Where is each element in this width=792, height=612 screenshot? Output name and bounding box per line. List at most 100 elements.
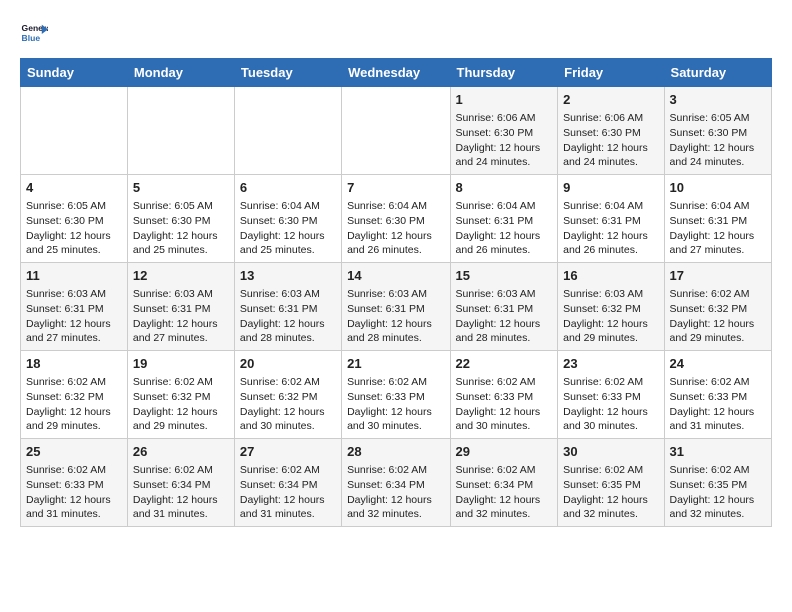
day-info: Sunrise: 6:05 AM <box>26 199 122 214</box>
day-info: and 24 minutes. <box>456 155 553 170</box>
day-info: Sunrise: 6:05 AM <box>670 111 766 126</box>
day-info: Sunset: 6:30 PM <box>456 126 553 141</box>
calendar-cell: 15Sunrise: 6:03 AMSunset: 6:31 PMDayligh… <box>450 263 558 351</box>
day-info: Sunset: 6:31 PM <box>26 302 122 317</box>
day-info: and 26 minutes. <box>347 243 444 258</box>
day-info: Daylight: 12 hours <box>563 317 658 332</box>
day-info: Daylight: 12 hours <box>456 317 553 332</box>
day-info: and 28 minutes. <box>240 331 336 346</box>
day-number: 15 <box>456 267 553 285</box>
day-info: Sunrise: 6:02 AM <box>240 463 336 478</box>
day-info: and 30 minutes. <box>456 419 553 434</box>
day-info: Sunset: 6:30 PM <box>670 126 766 141</box>
day-number: 13 <box>240 267 336 285</box>
day-info: Sunset: 6:31 PM <box>133 302 229 317</box>
calendar-cell: 18Sunrise: 6:02 AMSunset: 6:32 PMDayligh… <box>21 351 128 439</box>
day-info: Sunset: 6:34 PM <box>456 478 553 493</box>
day-info: and 27 minutes. <box>26 331 122 346</box>
day-info: and 29 minutes. <box>26 419 122 434</box>
day-info: Sunset: 6:32 PM <box>670 302 766 317</box>
day-info: Sunset: 6:31 PM <box>240 302 336 317</box>
day-info: Sunrise: 6:02 AM <box>133 375 229 390</box>
weekday-header-wednesday: Wednesday <box>342 59 450 87</box>
day-info: Sunrise: 6:04 AM <box>240 199 336 214</box>
weekday-header-thursday: Thursday <box>450 59 558 87</box>
day-info: Sunset: 6:30 PM <box>347 214 444 229</box>
day-info: Sunrise: 6:04 AM <box>347 199 444 214</box>
day-info: Sunset: 6:34 PM <box>133 478 229 493</box>
calendar-cell: 8Sunrise: 6:04 AMSunset: 6:31 PMDaylight… <box>450 175 558 263</box>
day-info: Daylight: 12 hours <box>240 229 336 244</box>
calendar-cell <box>234 87 341 175</box>
day-info: and 24 minutes. <box>670 155 766 170</box>
calendar-cell: 1 Sunrise: 6:06 AMSunset: 6:30 PMDaylight… <box>450 87 558 175</box>
day-info: Sunrise: 6:04 AM <box>670 199 766 214</box>
day-number: 21 <box>347 355 444 373</box>
day-info: Daylight: 12 hours <box>347 405 444 420</box>
day-number: 16 <box>563 267 658 285</box>
day-info: Daylight: 12 hours <box>133 493 229 508</box>
day-info: Daylight: 12 hours <box>26 405 122 420</box>
day-info: Sunset: 6:31 PM <box>670 214 766 229</box>
day-info: and 29 minutes. <box>133 419 229 434</box>
calendar-cell: 4Sunrise: 6:05 AMSunset: 6:30 PMDaylight… <box>21 175 128 263</box>
calendar-cell: 25Sunrise: 6:02 AMSunset: 6:33 PMDayligh… <box>21 439 128 527</box>
calendar-cell: 20Sunrise: 6:02 AMSunset: 6:32 PMDayligh… <box>234 351 341 439</box>
svg-text:Blue: Blue <box>22 33 41 43</box>
calendar-cell: 29Sunrise: 6:02 AMSunset: 6:34 PMDayligh… <box>450 439 558 527</box>
calendar-cell: 11Sunrise: 6:03 AMSunset: 6:31 PMDayligh… <box>21 263 128 351</box>
day-info: Sunset: 6:33 PM <box>670 390 766 405</box>
day-info: and 25 minutes. <box>26 243 122 258</box>
day-info: Daylight: 12 hours <box>670 317 766 332</box>
day-number: 1 <box>456 91 553 109</box>
calendar-cell <box>342 87 450 175</box>
weekday-header-monday: Monday <box>127 59 234 87</box>
day-info: and 31 minutes. <box>670 419 766 434</box>
day-number: 23 <box>563 355 658 373</box>
day-info: Daylight: 12 hours <box>133 229 229 244</box>
day-info: and 31 minutes. <box>26 507 122 522</box>
day-info: Sunrise: 6:02 AM <box>456 375 553 390</box>
calendar-cell: 6Sunrise: 6:04 AMSunset: 6:30 PMDaylight… <box>234 175 341 263</box>
weekday-header-tuesday: Tuesday <box>234 59 341 87</box>
day-info: Sunrise: 6:02 AM <box>670 375 766 390</box>
weekday-header-sunday: Sunday <box>21 59 128 87</box>
day-info: Daylight: 12 hours <box>670 405 766 420</box>
day-info: and 24 minutes. <box>563 155 658 170</box>
day-info: Daylight: 12 hours <box>240 317 336 332</box>
day-info: and 32 minutes. <box>670 507 766 522</box>
day-info: Daylight: 12 hours <box>240 493 336 508</box>
day-number: 6 <box>240 179 336 197</box>
day-info: Sunrise: 6:03 AM <box>133 287 229 302</box>
day-number: 28 <box>347 443 444 461</box>
day-info: Sunset: 6:32 PM <box>240 390 336 405</box>
day-number: 22 <box>456 355 553 373</box>
calendar-cell: 19Sunrise: 6:02 AMSunset: 6:32 PMDayligh… <box>127 351 234 439</box>
day-info: and 31 minutes. <box>240 507 336 522</box>
day-info: Sunrise: 6:06 AM <box>456 111 553 126</box>
calendar-cell: 30Sunrise: 6:02 AMSunset: 6:35 PMDayligh… <box>558 439 664 527</box>
day-info: Sunset: 6:33 PM <box>347 390 444 405</box>
day-info: Daylight: 12 hours <box>670 229 766 244</box>
calendar-week-row: 18Sunrise: 6:02 AMSunset: 6:32 PMDayligh… <box>21 351 772 439</box>
day-info: Sunset: 6:35 PM <box>670 478 766 493</box>
day-info: Daylight: 12 hours <box>670 141 766 156</box>
day-info: and 28 minutes. <box>456 331 553 346</box>
day-info: and 30 minutes. <box>240 419 336 434</box>
calendar-week-row: 1Sunrise: 6:06 AMSunset: 6:30 PMDaylight… <box>21 87 772 175</box>
day-info: Sunrise: 6:02 AM <box>456 463 553 478</box>
calendar-cell: 26Sunrise: 6:02 AMSunset: 6:34 PMDayligh… <box>127 439 234 527</box>
day-info: Daylight: 12 hours <box>347 493 444 508</box>
day-info: Sunset: 6:32 PM <box>133 390 229 405</box>
day-info: Sunset: 6:33 PM <box>456 390 553 405</box>
day-info: Daylight: 12 hours <box>456 141 553 156</box>
day-info: and 30 minutes. <box>563 419 658 434</box>
day-info: Sunset: 6:30 PM <box>563 126 658 141</box>
day-number: 31 <box>670 443 766 461</box>
day-info: and 32 minutes. <box>347 507 444 522</box>
day-info: Sunrise: 6:02 AM <box>26 375 122 390</box>
day-info: and 26 minutes. <box>563 243 658 258</box>
calendar-cell: 3Sunrise: 6:05 AMSunset: 6:30 PMDaylight… <box>664 87 771 175</box>
day-info: Sunrise: 6:02 AM <box>563 463 658 478</box>
day-number: 19 <box>133 355 229 373</box>
